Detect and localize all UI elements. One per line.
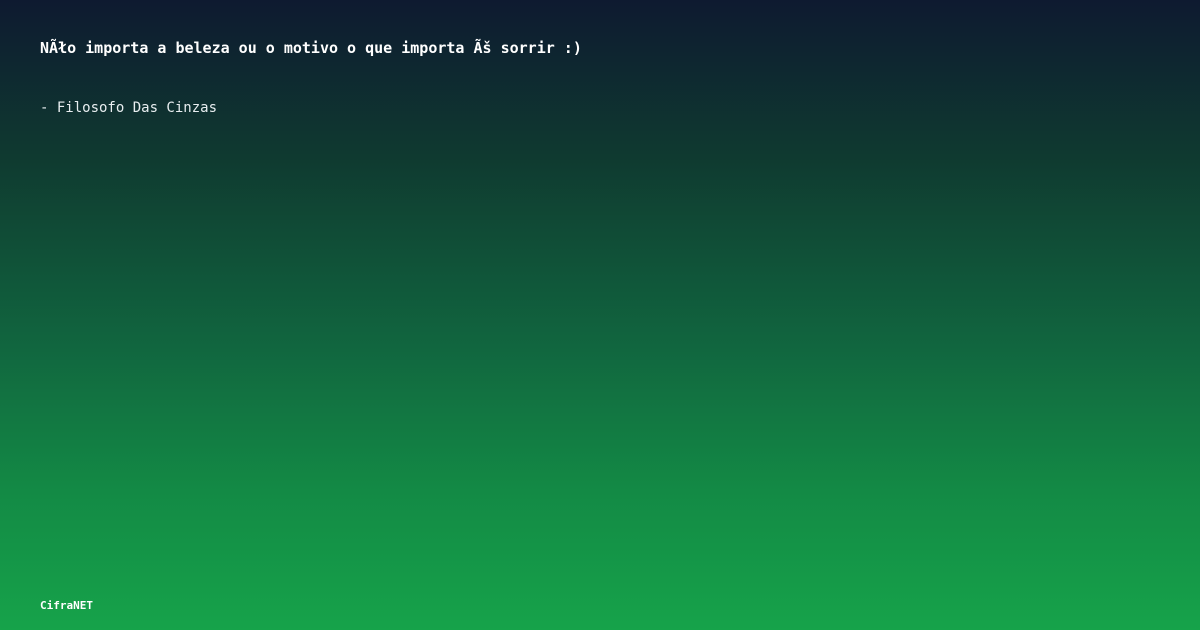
quote-text: NÃło importa a beleza ou o motivo o que … [40,39,582,57]
quote-card: NÃło importa a beleza ou o motivo o que … [0,0,1200,630]
quote-author: - Filosofo Das Cinzas [40,100,218,116]
brand-logo-text: CifraNET [40,599,93,612]
